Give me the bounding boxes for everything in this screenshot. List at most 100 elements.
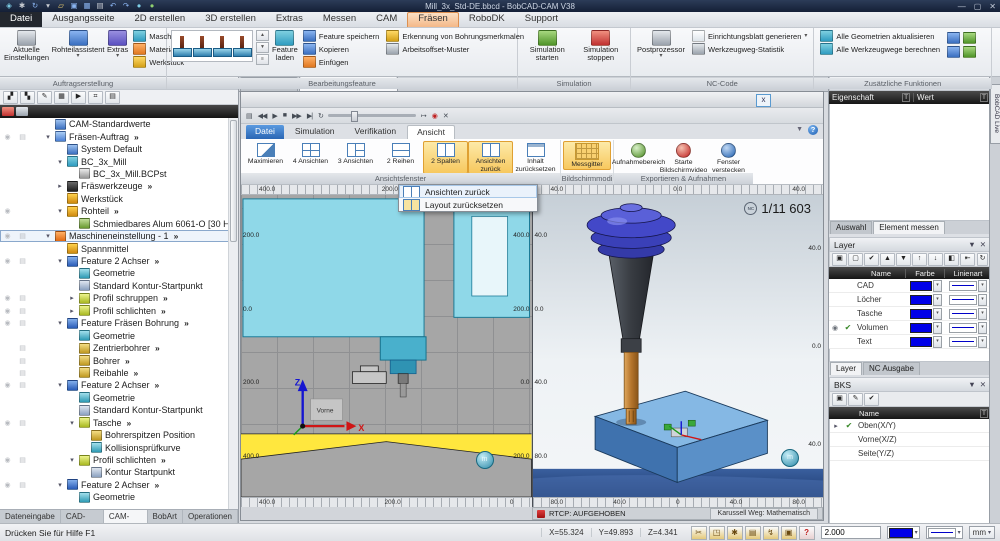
left-panel-tab[interactable]: Dateneingabe [0, 510, 61, 524]
dropdown-icon[interactable]: ▾ [43, 1, 53, 11]
tree-row[interactable]: ◉ ▤ ▾ Tasche » [0, 417, 238, 429]
import-layer-icon[interactable]: ⇤ [960, 253, 975, 266]
view-layout-button[interactable]: Maximieren [243, 141, 288, 174]
select-mode-icon[interactable]: ◳ [709, 526, 725, 540]
row-operation-icon[interactable]: ▤ [15, 357, 30, 365]
tree-row[interactable]: Geometrie [0, 329, 238, 341]
ribbon-tab[interactable]: Ausgangsseite [42, 12, 124, 27]
layer-row[interactable]: Tasche ▾ ▾ [829, 307, 991, 321]
tree-row[interactable]: ◉ ▤ ▾ Feature 2 Achser » [0, 379, 238, 391]
show-all-layers-icon[interactable]: ▲ [880, 253, 895, 266]
linestyle-dropdown-icon[interactable]: ▾ [978, 322, 987, 334]
row-operation-icon[interactable]: ▤ [15, 133, 30, 141]
ribbon-tab[interactable]: CAM [366, 12, 407, 27]
ribbon-tab[interactable]: Extras [266, 12, 313, 27]
undo-icon[interactable]: ↶ [108, 1, 118, 11]
left-panel-tab[interactable]: CAD-Struktur [61, 510, 104, 524]
move-down-icon[interactable]: ↓ [928, 253, 943, 266]
ribbon-tab[interactable]: Support [515, 12, 568, 27]
simulation-close-button[interactable]: x [756, 94, 771, 107]
tree-item-menu[interactable]: » [114, 206, 119, 216]
import-toolpath-icon[interactable] [947, 32, 960, 44]
snap-icon[interactable]: ✱ [727, 526, 743, 540]
row-visibility-icon[interactable]: ◉ [0, 207, 15, 215]
linestyle-dropdown-icon[interactable]: ▾ [978, 280, 987, 292]
measure-panel-tab[interactable]: Auswahl [830, 221, 872, 234]
view-layout-button[interactable]: Inhalt zurücksetzen [513, 141, 558, 174]
row-visibility-icon[interactable]: ◉ [0, 381, 15, 389]
tree-expand-icon[interactable]: ▚ [20, 91, 35, 104]
tree-expander[interactable]: ▾ [56, 381, 64, 389]
close-small-icon[interactable]: ✕ [443, 112, 448, 120]
tree-row[interactable]: ◉ ▤ ▾ Fräsen-Auftrag » [0, 130, 238, 142]
layer-name[interactable]: Tasche [855, 309, 907, 318]
pin-icon[interactable]: ▼ [796, 126, 803, 133]
layer-color-swatch[interactable] [910, 295, 932, 305]
tree-row[interactable]: Schmiedbares Alum 6061-O [30 HB] [0, 218, 238, 230]
close-panel-icon[interactable]: ✕ [980, 240, 986, 249]
rewind-icon[interactable]: ◀◀ [258, 112, 267, 120]
layer-linestyle-sample[interactable] [949, 309, 977, 319]
layer-linestyle-sample[interactable] [949, 323, 977, 333]
tree-expander[interactable]: ▾ [56, 257, 64, 265]
bks-name[interactable]: Oben(X/Y) [856, 421, 990, 430]
current-settings-button[interactable]: Aktuelle Einstellungen [4, 28, 49, 62]
app-logo-icon[interactable]: ◈ [4, 1, 14, 11]
tree-row[interactable]: CAM-Standardwerte [0, 118, 238, 130]
tree-row[interactable]: Bohrerspitzen Position [0, 429, 238, 441]
row-operation-icon[interactable]: ▤ [15, 307, 30, 315]
pin-icon[interactable]: ▼ [968, 240, 975, 249]
tree-item-menu[interactable]: » [155, 480, 160, 490]
new-bks-icon[interactable]: ▣ [832, 393, 847, 406]
tree-row[interactable]: ▤ Reibahle » [0, 367, 238, 379]
gallery-up-button[interactable]: ▲ [256, 30, 269, 41]
viewport-front[interactable]: 400.0200.00.0 [241, 185, 533, 507]
operations-column-icon[interactable] [16, 107, 28, 116]
edit-bks-icon[interactable]: ✎ [848, 393, 863, 406]
bks-row[interactable]: ▸ ✔ Oben(X/Y) [830, 419, 990, 433]
work-offset-pattern-button[interactable]: Arbeitsoffset-Muster [384, 43, 526, 55]
ribbon-tab[interactable]: Datei [0, 12, 42, 27]
copy-button[interactable]: Kopieren [301, 43, 381, 55]
row-operation-icon[interactable]: ▤ [15, 232, 30, 240]
move-up-icon[interactable]: ↑ [912, 253, 927, 266]
row-operation-icon[interactable]: ▤ [15, 419, 30, 427]
update-all-geometry-button[interactable]: Alle Geometrien aktualisieren [818, 30, 942, 42]
measure-grid-button[interactable]: Messgitter [563, 141, 611, 170]
ribbon-tab[interactable]: Fräsen [407, 12, 459, 27]
tree-expander[interactable]: ▾ [56, 319, 64, 327]
simulate-icon[interactable]: ▶ [71, 91, 86, 104]
layer-name[interactable]: Löcher [855, 295, 907, 304]
tree-item-menu[interactable]: » [161, 455, 166, 465]
record-icon[interactable]: ◉ [432, 112, 437, 120]
tree-item-menu[interactable]: » [127, 418, 132, 428]
set-bks-icon[interactable]: ✔ [864, 393, 879, 406]
redo-icon[interactable]: ↷ [121, 1, 131, 11]
filter-icon[interactable]: T [980, 409, 988, 418]
view-origin-ball[interactable]: m [781, 449, 799, 467]
visibility-column-icon[interactable] [2, 107, 14, 116]
bks-row[interactable]: Vorne(X/Z) [830, 433, 990, 447]
toolpath-stats-icon[interactable]: ✂ [691, 526, 707, 540]
tree-row[interactable]: ◉ ▤ ▾ Feature 2 Achser » [0, 479, 238, 491]
unit-dropdown[interactable]: mm▾ [969, 526, 995, 539]
tree-item-menu[interactable]: » [155, 343, 160, 353]
color-dropdown-icon[interactable]: ▾ [933, 294, 942, 306]
batch-compute-icon[interactable] [963, 46, 976, 58]
print-icon[interactable]: ▤ [95, 1, 105, 11]
tree-item-menu[interactable]: » [125, 356, 130, 366]
layer-name[interactable]: Volumen [855, 323, 907, 332]
tree-item-menu[interactable]: » [161, 306, 166, 316]
tree-row[interactable]: ◉ ▤ ▾ Feature 2 Achser » [0, 255, 238, 267]
tree-row[interactable]: Spannmittel [0, 242, 238, 254]
view-layout-button[interactable]: Ansichten zurück [468, 141, 513, 174]
tree-expander[interactable]: ▸ [56, 182, 64, 190]
tree-row[interactable]: ◉ ▤ ▸ Profil schruppen » [0, 292, 238, 304]
tree-expander[interactable]: ▸ [68, 294, 76, 302]
tree-row[interactable]: ◉ ▾ Rohteil » [0, 205, 238, 217]
color-dropdown-icon[interactable]: ▾ [933, 280, 942, 292]
tree-row[interactable]: System Default [0, 143, 238, 155]
viewport-iso[interactable]: 40.00.040.0 [533, 185, 824, 507]
playback-slider[interactable] [328, 114, 416, 117]
view-layout-button[interactable]: 2 Reihen [378, 141, 423, 174]
